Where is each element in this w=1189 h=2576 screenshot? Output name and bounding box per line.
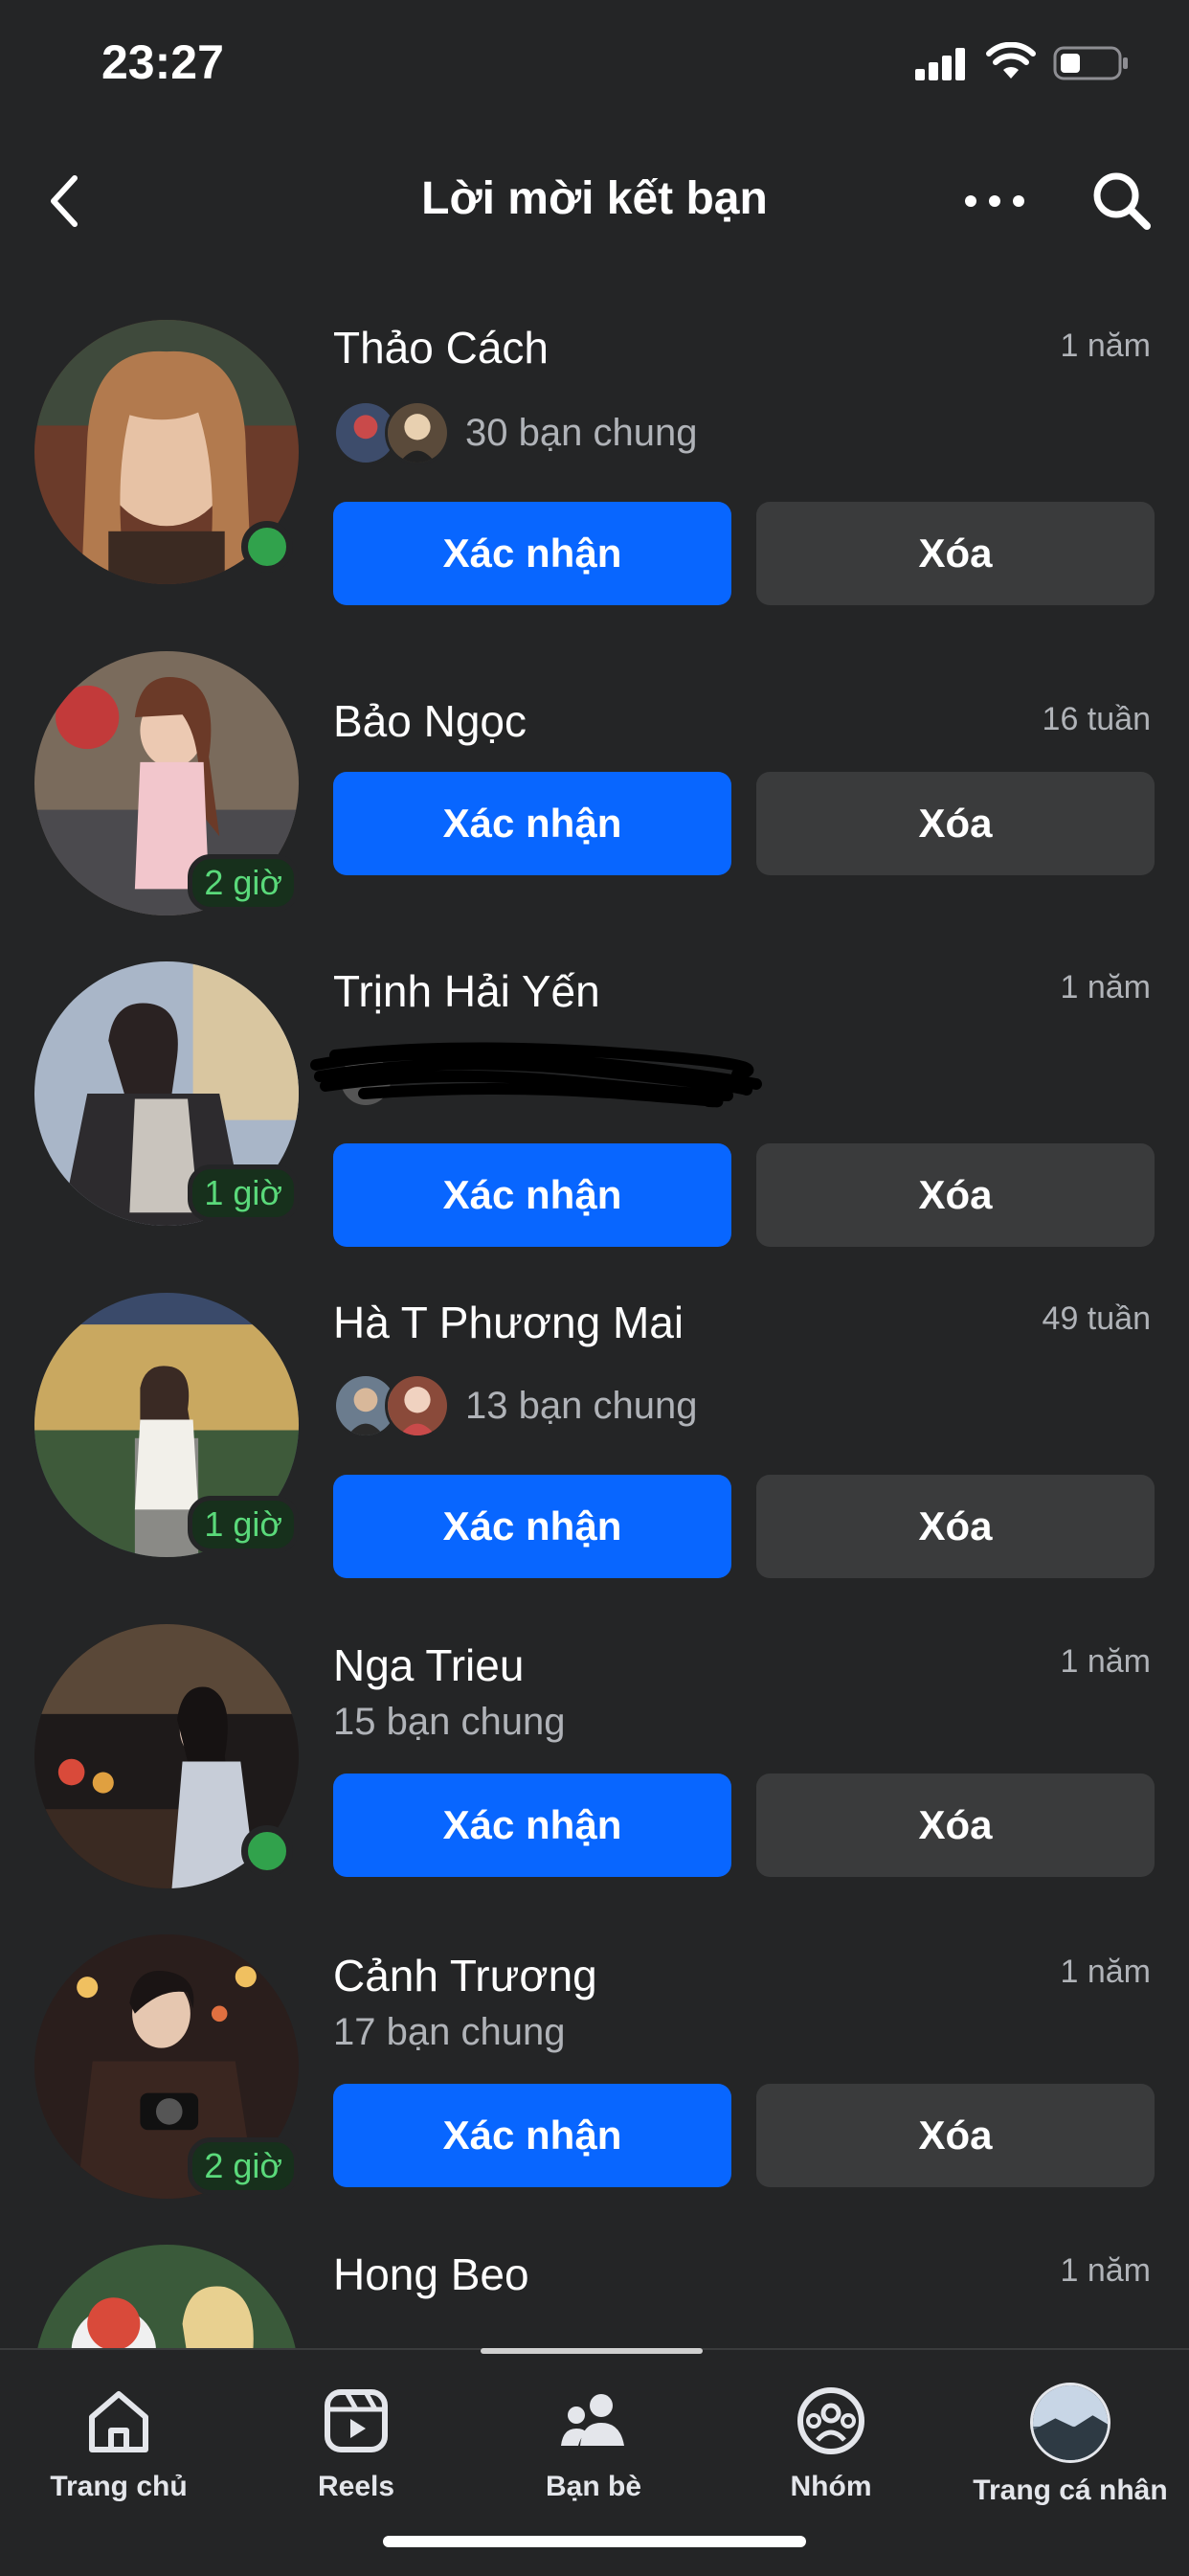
mutual-friends[interactable]: 15 bạn chung	[333, 1701, 565, 1744]
tab-groups[interactable]: Nhóm	[712, 2383, 950, 2503]
tab-label: Nhóm	[790, 2471, 872, 2502]
delete-button[interactable]: Xóa	[756, 502, 1155, 605]
avatar[interactable]	[34, 320, 299, 584]
request-time: 49 tuần	[1042, 1300, 1151, 1337]
requester-name[interactable]: Hà T Phương Mai	[333, 1297, 684, 1348]
requester-name[interactable]: Bảo Ngọc	[333, 695, 527, 747]
active-time-badge: 2 giờ	[188, 854, 299, 912]
requester-name[interactable]: Nga Trieu	[333, 1639, 524, 1691]
profile-avatar	[1030, 2383, 1110, 2463]
avatar[interactable]: 1 giờ	[34, 961, 299, 1226]
wifi-icon	[986, 42, 1036, 79]
online-status-dot	[241, 521, 293, 573]
search-icon[interactable]	[1089, 169, 1153, 232]
delete-button[interactable]: Xóa	[756, 1143, 1155, 1247]
mutual-friend-avatar	[385, 400, 450, 465]
confirm-button[interactable]: Xác nhận	[333, 2084, 731, 2187]
tab-reels[interactable]: Reels	[237, 2383, 475, 2503]
mutual-friends[interactable]: 17 bạn chung	[333, 2011, 565, 2054]
cellular-signal-icon	[915, 48, 965, 80]
delete-button[interactable]: Xóa	[756, 772, 1155, 875]
requester-name[interactable]: Hong Beo	[333, 2248, 529, 2300]
requester-name[interactable]: Cảnh Trương	[333, 1950, 597, 2001]
mutual-friends-count: 17 bạn chung	[333, 2011, 566, 2053]
active-time-badge: 1 giờ	[188, 1164, 299, 1222]
confirm-button[interactable]: Xác nhận	[333, 502, 731, 605]
delete-button[interactable]: Xóa	[756, 1774, 1155, 1877]
home-icon	[89, 2391, 148, 2452]
avatar[interactable]	[34, 1624, 299, 1888]
active-time-badge: 2 giờ	[188, 2137, 299, 2195]
confirm-button[interactable]: Xác nhận	[333, 772, 731, 875]
tab-label: Bạn bè	[545, 2471, 642, 2502]
reels-icon	[325, 2389, 388, 2452]
battery-icon	[1053, 46, 1128, 80]
redacted-mutual-friends	[310, 1042, 762, 1108]
request-time: 1 năm	[1060, 328, 1152, 364]
tab-friends[interactable]: Bạn bè	[475, 2383, 712, 2503]
online-status-dot	[241, 1825, 293, 1877]
mutual-friends[interactable]: 30 bạn chung	[333, 400, 697, 465]
more-options-icon[interactable]	[961, 188, 1028, 215]
requester-name[interactable]: Trịnh Hải Yến	[333, 965, 600, 1017]
page-header: Lời mời kết bạn	[0, 144, 1189, 259]
scroll-indicator	[481, 2348, 703, 2354]
requester-name[interactable]: Thảo Cách	[333, 322, 549, 373]
tab-label: Trang chủ	[50, 2471, 188, 2502]
confirm-button[interactable]: Xác nhận	[333, 1774, 731, 1877]
mutual-friends[interactable]: 13 bạn chung	[333, 1373, 697, 1438]
confirm-button[interactable]: Xác nhận	[333, 1143, 731, 1247]
active-time-badge: 1 giờ	[188, 1496, 299, 1553]
delete-button[interactable]: Xóa	[756, 2084, 1155, 2187]
tab-profile[interactable]: Trang cá nhân	[952, 2383, 1189, 2507]
request-time: 1 năm	[1060, 1954, 1152, 1990]
status-bar: 23:27	[0, 0, 1189, 134]
groups-icon	[797, 2387, 864, 2454]
request-time: 1 năm	[1060, 1643, 1152, 1680]
request-time: 1 năm	[1060, 2252, 1152, 2289]
home-indicator[interactable]	[383, 2536, 806, 2547]
tab-label: Reels	[317, 2471, 395, 2502]
avatar[interactable]: 2 giờ	[34, 651, 299, 915]
mutual-friend-avatar	[385, 1373, 450, 1438]
avatar[interactable]: 2 giờ	[34, 1934, 299, 2199]
request-time: 1 năm	[1060, 969, 1152, 1006]
mutual-friends-count: 30 bạn chung	[465, 411, 698, 454]
status-time: 23:27	[101, 35, 224, 89]
mutual-friends-count: 15 bạn chung	[333, 1701, 566, 1743]
delete-button[interactable]: Xóa	[756, 1475, 1155, 1578]
tab-home[interactable]: Trang chủ	[0, 2383, 237, 2503]
mutual-friends-count: 13 bạn chung	[465, 1384, 698, 1427]
friends-icon	[561, 2394, 624, 2446]
request-time: 16 tuần	[1042, 701, 1151, 737]
avatar[interactable]: 1 giờ	[34, 1293, 299, 1557]
confirm-button[interactable]: Xác nhận	[333, 1475, 731, 1578]
tab-label: Trang cá nhân	[973, 2474, 1168, 2506]
